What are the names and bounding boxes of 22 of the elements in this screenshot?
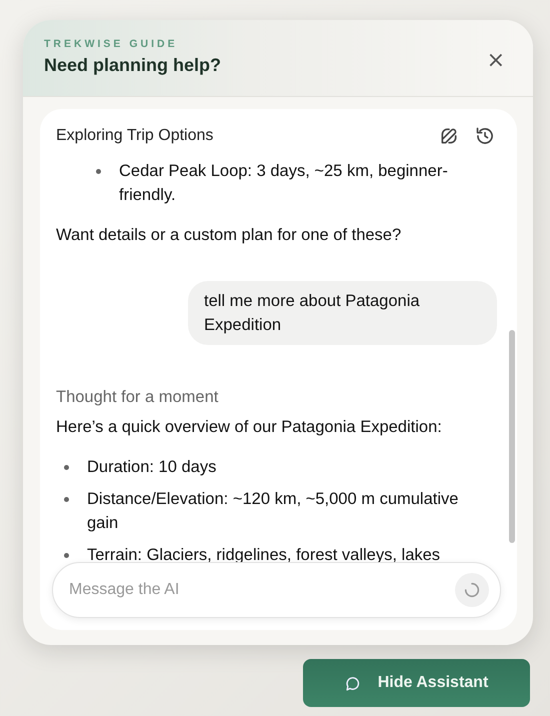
scrollbar[interactable] [509, 330, 515, 543]
message-text: Here’s a quick overview of our Patagonia Expedition: [56, 417, 443, 438]
edit-icon[interactable] [439, 126, 459, 146]
chat-title: Exploring Trip Options [56, 127, 214, 145]
message-text: Want details or a custom plan for one of these? [56, 225, 402, 246]
thought-label[interactable]: Thought for a moment [56, 385, 475, 409]
list-item-text: Cedar Peak Loop: 3 days, ~25 km, beginner-friendly. [119, 161, 449, 206]
history-icon[interactable] [475, 126, 495, 146]
bullet-icon [64, 465, 69, 470]
close-button[interactable]: × [486, 48, 505, 73]
list-item-text: Distance/Elevation: ~120 km, ~5,000 m cumulative gain [87, 489, 460, 534]
panel-title: Need planning help? [44, 55, 222, 76]
bullet-icon [96, 169, 101, 174]
chat-bubble-icon [344, 674, 362, 692]
spinner-icon [463, 581, 481, 599]
bullet-icon [64, 497, 69, 502]
bullet-icon [64, 553, 69, 558]
message-input[interactable]: Message the AI [52, 562, 501, 618]
brand-label: TREKWISE GUIDE [44, 38, 179, 50]
hide-assistant-button[interactable]: Hide Assistant [303, 659, 530, 707]
user-message: tell me more about Patagonia Expedition [188, 281, 497, 345]
list-item-text: Duration: 10 days [87, 457, 216, 478]
